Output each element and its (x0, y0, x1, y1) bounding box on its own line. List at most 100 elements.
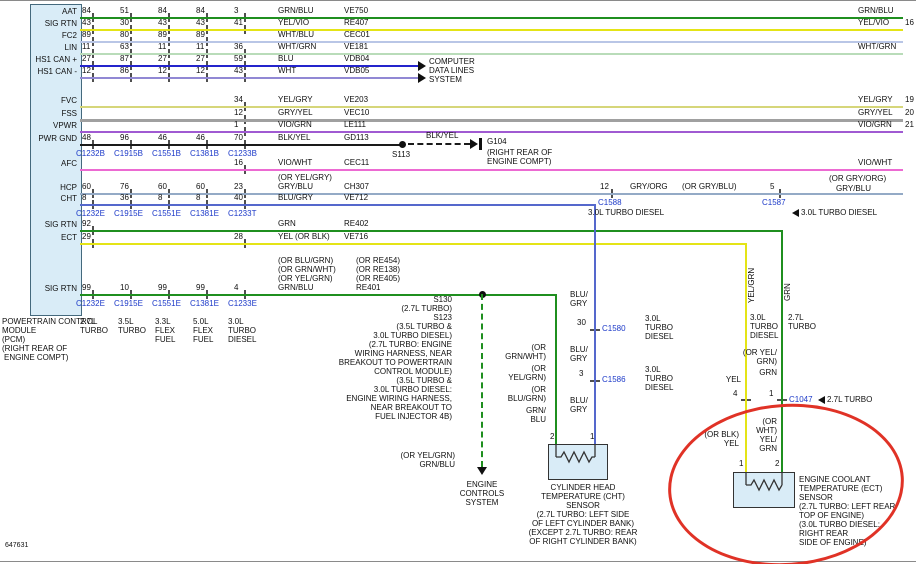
pin-number: 84 (196, 7, 205, 15)
pin-number: 87 (120, 55, 129, 63)
wire-color-label: BLU/GRY (278, 194, 313, 202)
connector-link[interactable]: C1381B (190, 150, 219, 158)
wire-ve712-vertical (594, 204, 596, 444)
engine-variant-label: TURBO (118, 327, 146, 335)
connector-link[interactable]: C1232E (76, 210, 105, 218)
connector-link[interactable]: C1588 (598, 199, 622, 207)
wiring-diagram-page: 647631 AAT SIG RTN FC2 LIN HS1 CAN + HS1… (0, 0, 916, 564)
right-wire-label: GRN/BLU (858, 7, 894, 15)
engine-variant-label: 3.3L (155, 318, 171, 326)
note: 2.7L (788, 314, 804, 322)
wire-color-label: YEL/VIO (278, 19, 309, 27)
engine-variant-label: TURBO (80, 327, 108, 335)
circuit-label: CEC11 (344, 159, 369, 167)
pin-number: 43 (196, 19, 205, 27)
wire-color-label: WHT/BLU (278, 31, 314, 39)
pin-number: 70 (234, 134, 243, 142)
wire-color-alt-label: (OR (531, 344, 546, 352)
wire-cec11 (80, 169, 903, 171)
connector-link[interactable]: C1232B (76, 150, 105, 158)
data-lines-arrow-icon (418, 73, 426, 83)
cht-caption-line: (2.7L TURBO: LEFT SIDE (505, 511, 661, 519)
wire-color-label: GRY (570, 355, 587, 363)
grid-ref: 21 (905, 121, 914, 129)
cht-caption-line: (EXCEPT 2.7L TURBO: REAR (505, 529, 661, 537)
splice-note-line: FUEL INJECTOR 4B) (375, 413, 452, 421)
connector-link[interactable]: C1915E (114, 210, 143, 218)
splice-note-line: S123 (433, 314, 452, 322)
wire-ve716 (80, 243, 747, 245)
splice-note-line: NEAR BREAKOUT TO (371, 404, 452, 412)
connector-link[interactable]: C1551E (152, 210, 181, 218)
wire-color-label: GRN/ (526, 407, 546, 415)
pin-number: 23 (234, 183, 243, 191)
wire-color-alt-label: (OR GRY/BLU) (682, 183, 737, 191)
circuit-label: CEC01 (344, 31, 370, 39)
pin-number: 60 (196, 183, 205, 191)
wire-color-label: BLK/YEL (278, 134, 310, 142)
connector-link[interactable]: C1233T (228, 210, 256, 218)
ground-location: ENGINE COMPT) (487, 158, 551, 166)
wire-color-label: WHT/GRN (278, 43, 316, 51)
connector-link[interactable]: C1233E (228, 300, 257, 308)
pin-number: 99 (82, 284, 91, 292)
circuit-alt-label: (OR RE405) (356, 275, 400, 283)
engine-variant-label: FUEL (193, 336, 213, 344)
connector-link[interactable]: C1915E (114, 300, 143, 308)
connector-link[interactable]: C1551E (152, 300, 181, 308)
wire-color-label: GRY/YEL (278, 109, 313, 117)
sensor-pin-number: 2 (550, 433, 554, 441)
wire-color-label: BLK/YEL (426, 132, 458, 140)
pin-number: 36 (120, 194, 129, 202)
wire-color-alt-label: (OR BLU/GRN) (278, 257, 333, 265)
engine-variant-label: FLEX (193, 327, 213, 335)
right-wire-label: YEL/VIO (858, 19, 889, 27)
note: 3.0L TURBO DIESEL (801, 209, 877, 217)
pin-number: 89 (196, 31, 205, 39)
connector-link[interactable]: C1580 (602, 325, 626, 333)
data-lines-label: SYSTEM (429, 76, 462, 84)
engine-variant-label: 2.7L (80, 318, 96, 326)
connector-link[interactable]: C1915B (114, 150, 143, 158)
note: TURBO (750, 323, 778, 331)
note: TURBO (645, 324, 673, 332)
circuit-label: RE402 (344, 220, 368, 228)
pin-number: 89 (158, 31, 167, 39)
connector-link[interactable]: C1233B (228, 150, 257, 158)
circuit-label: VDB04 (344, 55, 369, 63)
pin-number: 12 (82, 67, 91, 75)
wire-color-label: GRY (570, 300, 587, 308)
connector-link[interactable]: C1381E (190, 210, 219, 218)
note: 3.0L (645, 366, 661, 374)
connector-link[interactable]: C1551B (152, 150, 181, 158)
circuit-alt-label: (OR RE138) (356, 266, 400, 274)
engine-variant-label: 5.0L (193, 318, 209, 326)
wire-color-alt-label: (OR YEL/ (743, 349, 777, 357)
splice-note-line: 3.0L TURBO DIESEL) (373, 332, 452, 340)
connector-link[interactable]: C1586 (602, 376, 626, 384)
circuit-label: VE181 (344, 43, 368, 51)
splice-label: S113 (392, 151, 410, 159)
connector-link[interactable]: C1381E (190, 300, 219, 308)
note: 3.0L (750, 314, 766, 322)
wire-re402 (80, 230, 783, 232)
connector-link[interactable]: C1587 (762, 199, 786, 207)
connector-link[interactable]: C1232E (76, 300, 105, 308)
right-wire-label: YEL/GRY (858, 96, 893, 104)
wire-color-label: GRN (278, 220, 296, 228)
wire-color-label: WHT (278, 67, 296, 75)
pin-number: 99 (196, 284, 205, 292)
pin-number: 8 (196, 194, 200, 202)
ground-bar-icon (479, 138, 482, 150)
resistor-icon (549, 445, 607, 479)
pin-number: 29 (82, 233, 91, 241)
wire-re401-vertical (555, 294, 557, 444)
pin-number: 30 (120, 19, 129, 27)
splice-note-line: (3.5L TURBO & (396, 377, 452, 385)
pin-number: 99 (158, 284, 167, 292)
wire-gd113 (80, 144, 402, 146)
wire-color-label: GRN/BLU (278, 7, 314, 15)
splice-note-line: ENGINE WIRING HARNESS, (346, 395, 452, 403)
pin-number: 76 (120, 183, 129, 191)
pin-number: 4 (234, 284, 238, 292)
